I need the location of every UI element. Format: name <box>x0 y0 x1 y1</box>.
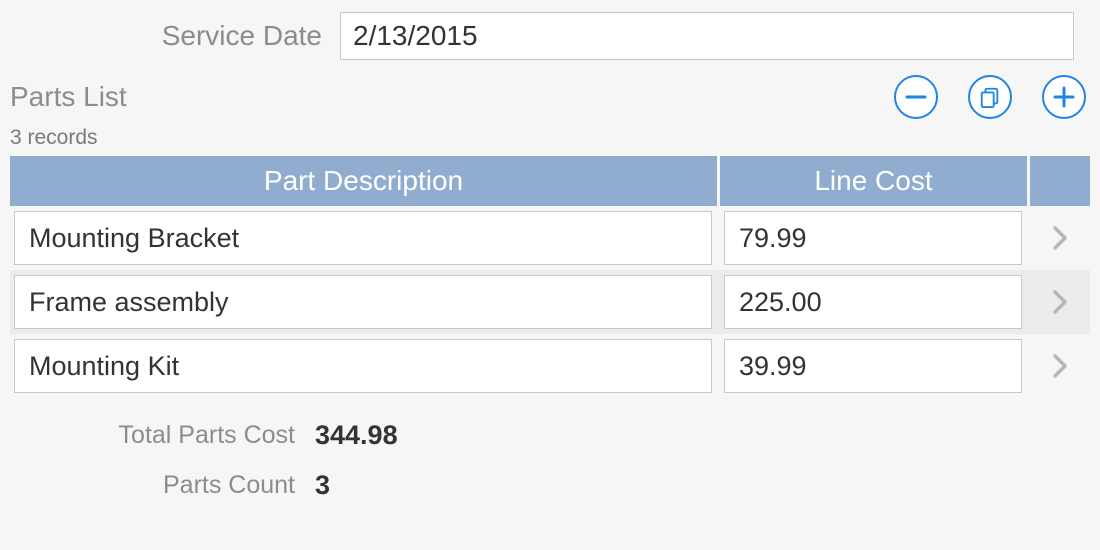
part-description-input[interactable] <box>14 211 712 265</box>
chevron-right-icon <box>1052 225 1068 251</box>
add-row-button[interactable] <box>1042 75 1086 119</box>
column-header-action <box>1030 156 1090 206</box>
duplicate-icon <box>979 86 1001 108</box>
row-detail-button[interactable] <box>1030 339 1090 393</box>
line-cost-input[interactable] <box>724 339 1022 393</box>
total-parts-cost-label: Total Parts Cost <box>10 421 315 450</box>
parts-count-value: 3 <box>315 470 330 501</box>
parts-count-label: Parts Count <box>10 471 315 500</box>
chevron-right-icon <box>1052 353 1068 379</box>
records-count-label: 3 records <box>0 122 1100 156</box>
total-parts-cost-value: 344.98 <box>315 420 398 451</box>
minus-icon <box>904 85 928 109</box>
remove-row-button[interactable] <box>894 75 938 119</box>
table-row[interactable] <box>10 334 1090 398</box>
line-cost-input[interactable] <box>724 275 1022 329</box>
table-row[interactable] <box>10 206 1090 270</box>
parts-list-title: Parts List <box>10 81 894 113</box>
part-description-input[interactable] <box>14 275 712 329</box>
line-cost-input[interactable] <box>724 211 1022 265</box>
service-date-label: Service Date <box>10 20 340 52</box>
column-header-description: Part Description <box>10 156 720 206</box>
table-row[interactable] <box>10 270 1090 334</box>
plus-icon <box>1052 85 1076 109</box>
column-header-cost: Line Cost <box>720 156 1030 206</box>
parts-table: Part Description Line Cost <box>10 156 1090 398</box>
service-date-input[interactable] <box>340 12 1074 60</box>
part-description-input[interactable] <box>14 339 712 393</box>
table-header-row: Part Description Line Cost <box>10 156 1090 206</box>
row-detail-button[interactable] <box>1030 275 1090 329</box>
row-detail-button[interactable] <box>1030 211 1090 265</box>
duplicate-row-button[interactable] <box>968 75 1012 119</box>
chevron-right-icon <box>1052 289 1068 315</box>
